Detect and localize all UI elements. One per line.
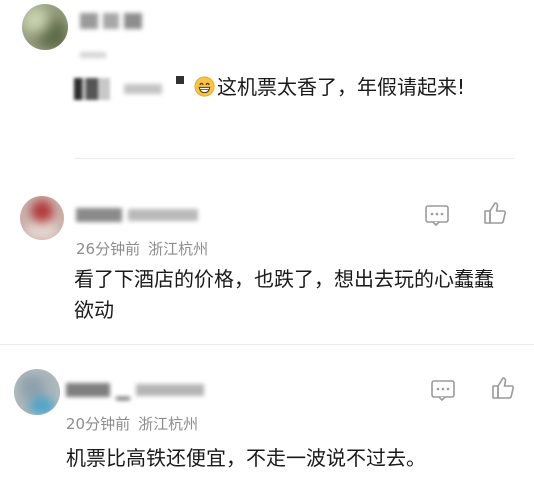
divider xyxy=(74,158,514,159)
meta-redacted xyxy=(80,44,106,63)
like-icon[interactable] xyxy=(490,375,516,401)
avatar[interactable] xyxy=(20,196,64,240)
comment-meta: 26分钟前 浙江杭州 xyxy=(76,238,208,259)
comment-icon[interactable] xyxy=(424,202,450,228)
username-redacted xyxy=(66,379,204,400)
comment-body: 机票比高铁还便宜，不走一波说不过去。 xyxy=(66,446,426,470)
avatar[interactable] xyxy=(14,369,60,415)
comment-meta: 20分钟前 浙江杭州 xyxy=(66,413,198,434)
like-icon[interactable] xyxy=(482,200,508,226)
comment-text: 这机票太香了，年假请起来! xyxy=(217,75,466,99)
comment-location: 浙江杭州 xyxy=(138,415,199,433)
comment-time: 20分钟前 xyxy=(66,415,131,433)
redacted-mention xyxy=(74,77,110,100)
grinning-face-emoji xyxy=(194,76,215,97)
username-redacted xyxy=(80,10,142,29)
comment-item-3: 20分钟前 浙江杭州 机票比高铁还便宜，不走一波说不过去。 xyxy=(0,345,534,492)
redacted-mention xyxy=(176,76,184,84)
comment-time: 26分钟前 xyxy=(76,240,141,258)
comment-location: 浙江杭州 xyxy=(148,240,209,258)
redacted-mention xyxy=(124,83,162,94)
username-redacted xyxy=(76,204,198,223)
comment-body: 这机票太香了，年假请起来! xyxy=(74,72,494,103)
comment-icon[interactable] xyxy=(430,377,456,403)
comment-body: 看了下酒店的价格，也跌了，想出去玩的心蠢蠢欲动 xyxy=(74,267,494,322)
avatar[interactable] xyxy=(22,4,68,50)
comment-item-1: 这机票太香了，年假请起来! xyxy=(0,0,534,160)
comment-item-2: 26分钟前 浙江杭州 看了下酒店的价格，也跌了，想出去玩的心蠢蠢欲动 xyxy=(0,160,534,345)
